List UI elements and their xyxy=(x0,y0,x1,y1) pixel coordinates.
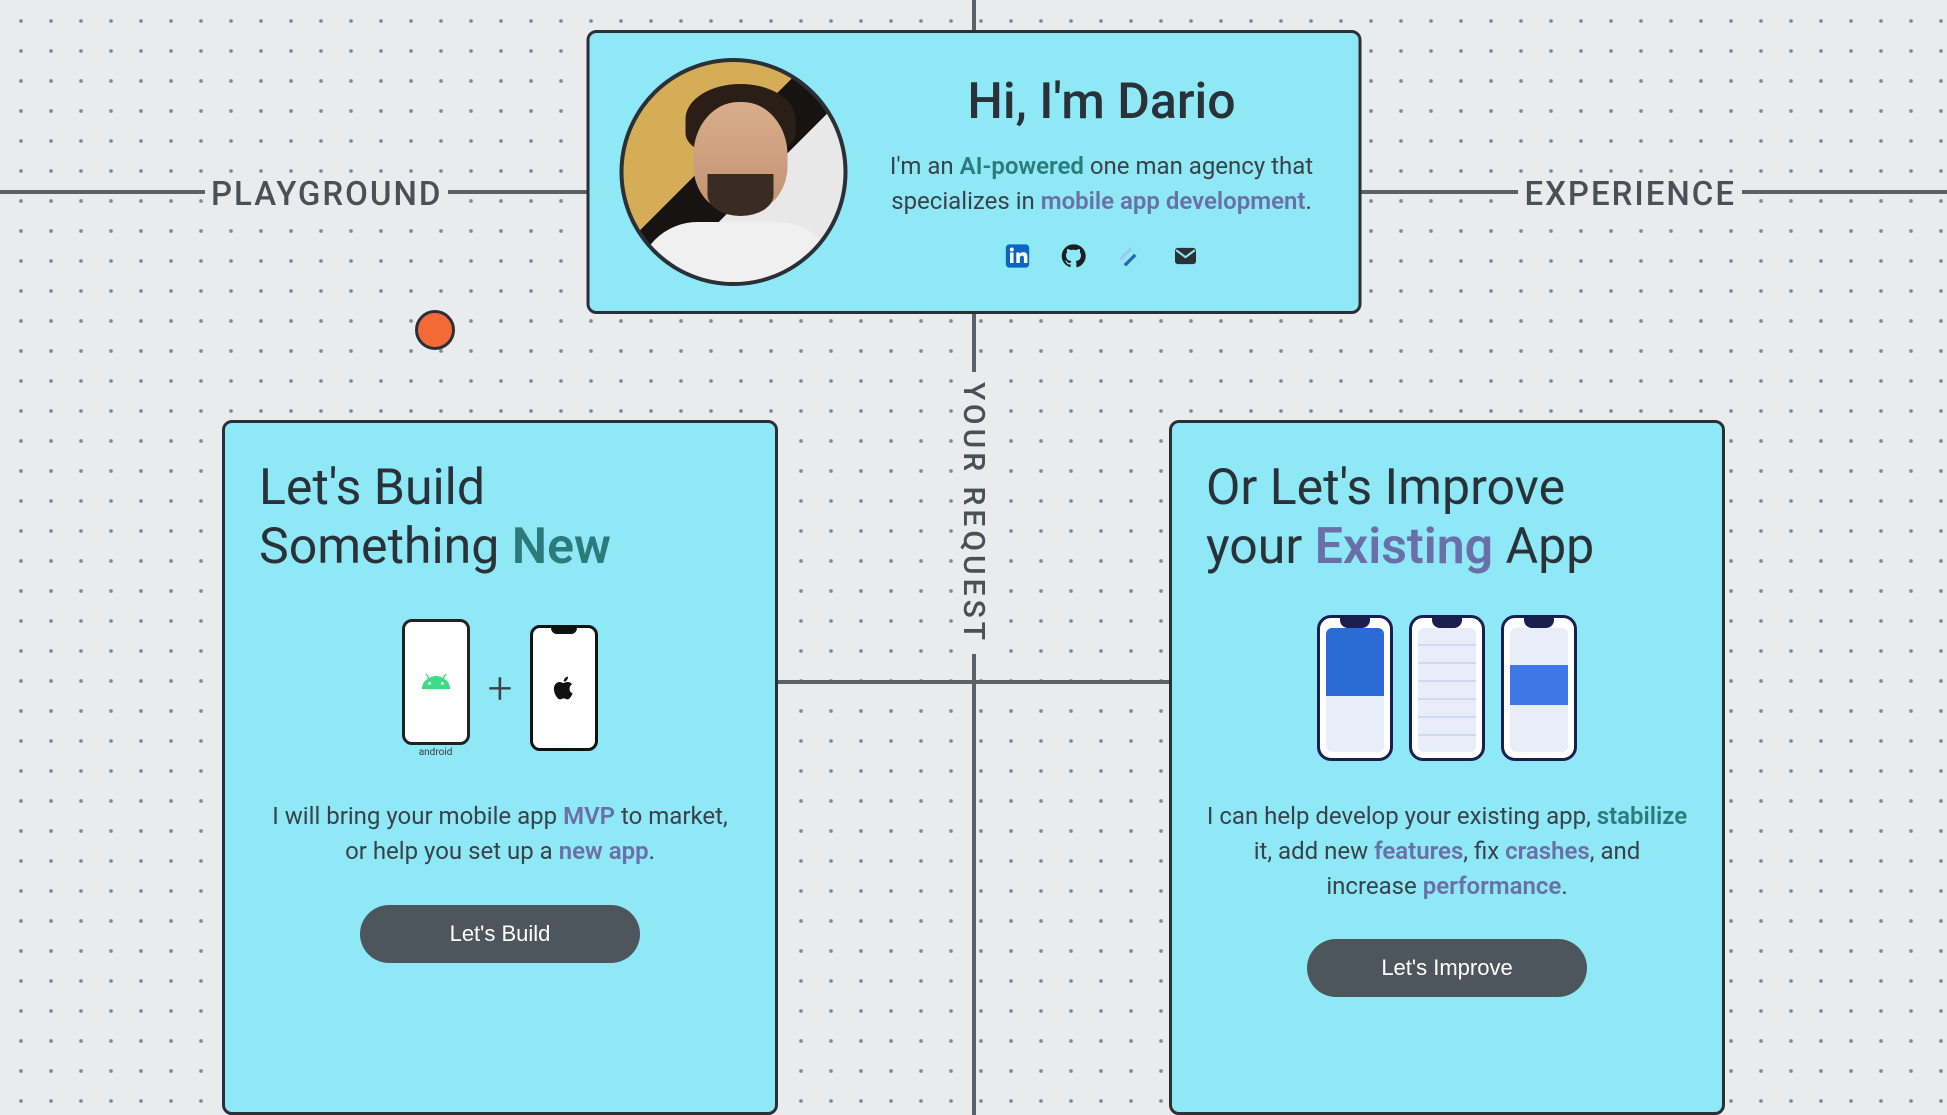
build-illustration: android + xyxy=(402,613,599,763)
android-icon xyxy=(419,665,453,699)
improve-description: I can help develop your existing app, st… xyxy=(1206,799,1688,903)
build-card: Let's Build Something New android + I wi… xyxy=(222,420,778,1115)
hero-card: Hi, I'm Dario I'm an AI-powered one man … xyxy=(586,30,1361,314)
app-mock-3 xyxy=(1501,615,1577,761)
improve-title: Or Let's Improve your Existing App xyxy=(1206,459,1594,577)
linkedin-icon[interactable] xyxy=(1003,241,1033,271)
toptal-icon[interactable] xyxy=(1115,241,1145,271)
android-label: android xyxy=(419,747,453,758)
build-title: Let's Build Something New xyxy=(259,459,611,577)
playground-ball[interactable] xyxy=(415,310,455,350)
quadrant-label-experience: EXPERIENCE xyxy=(1518,175,1742,214)
avatar xyxy=(619,58,847,286)
app-mock-2 xyxy=(1409,615,1485,761)
iphone-icon xyxy=(530,625,598,751)
hero-intro: I'm an AI-powered one man agency that sp… xyxy=(882,149,1322,219)
social-links xyxy=(1003,241,1201,271)
plus-icon: + xyxy=(488,662,513,714)
hero-title: Hi, I'm Dario xyxy=(967,73,1235,131)
github-icon[interactable] xyxy=(1059,241,1089,271)
android-phone-icon xyxy=(402,619,470,745)
quadrant-label-your-request: YOUR REQUEST xyxy=(954,372,993,654)
lets-build-button[interactable]: Let's Build xyxy=(360,905,640,963)
app-mock-1 xyxy=(1317,615,1393,761)
email-icon[interactable] xyxy=(1171,241,1201,271)
improve-card: Or Let's Improve your Existing App I can… xyxy=(1169,420,1725,1115)
build-description: I will bring your mobile app MVP to mark… xyxy=(259,799,741,869)
lets-improve-button[interactable]: Let's Improve xyxy=(1307,939,1587,997)
quadrant-label-playground: PLAYGROUND xyxy=(205,175,448,214)
divider-mid xyxy=(754,680,1194,684)
improve-illustration xyxy=(1317,613,1577,763)
apple-icon xyxy=(549,670,579,706)
